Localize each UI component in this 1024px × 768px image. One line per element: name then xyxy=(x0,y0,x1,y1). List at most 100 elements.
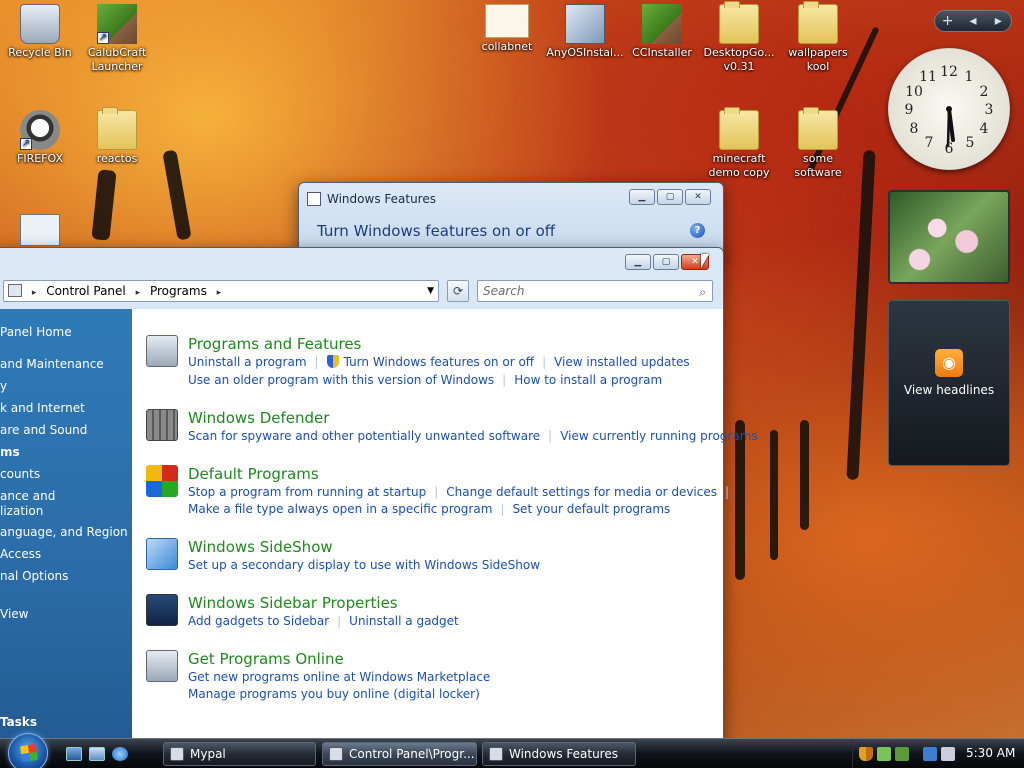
desktop-icon-partial[interactable] xyxy=(0,214,80,248)
section-title[interactable]: Get Programs Online xyxy=(188,650,344,668)
search-input[interactable]: Search ⌕ xyxy=(477,280,713,302)
view-headlines-link[interactable]: View headlines xyxy=(889,383,1009,397)
desktop-icon-label: minecraft demo copy xyxy=(708,152,770,179)
volume-icon[interactable] xyxy=(941,747,955,761)
default-programs-icon xyxy=(146,465,178,497)
desktop-icon-desktopgo[interactable]: DesktopGo... v0.31 xyxy=(699,1,779,74)
desktop-icon-firefox[interactable]: ↗ FIREFOX xyxy=(0,110,80,166)
link-digital-locker[interactable]: Manage programs you buy online (digital … xyxy=(188,687,480,701)
search-placeholder: Search xyxy=(483,284,525,298)
section-links-row: Use an older program with this version o… xyxy=(188,373,663,387)
minimize-button[interactable]: ▁ xyxy=(629,189,655,205)
clock-time[interactable]: 5:30 AM xyxy=(966,746,1015,760)
section-links-row: Make a file type always open in a specif… xyxy=(188,502,671,516)
section-title[interactable]: Windows Sidebar Properties xyxy=(188,594,398,612)
clock-gadget[interactable]: 12 1 2 345 678 9 10 11 xyxy=(888,48,1010,170)
display-icon[interactable] xyxy=(923,747,937,761)
desktop-icon-collabnet[interactable]: collabnet xyxy=(467,4,547,54)
installer-icon xyxy=(565,4,605,44)
svg-text:10: 10 xyxy=(905,84,923,100)
nav-network-internet[interactable]: k and Internet xyxy=(0,401,85,416)
control-panel-icon xyxy=(8,284,22,297)
minimize-button[interactable]: ▁ xyxy=(625,254,651,270)
internet-explorer-icon[interactable] xyxy=(112,747,128,761)
link-marketplace[interactable]: Get new programs online at Windows Marke… xyxy=(188,670,490,684)
link-add-gadgets[interactable]: Add gadgets to Sidebar xyxy=(188,614,329,628)
section-title[interactable]: Windows Defender xyxy=(188,409,329,427)
left-navigation: Panel Home and Maintenance y k and Inter… xyxy=(0,309,132,748)
link-set-defaults[interactable]: Set your default programs xyxy=(512,502,670,516)
nav-control-panel-home[interactable]: Panel Home xyxy=(0,325,72,340)
link-uninstall-gadget[interactable]: Uninstall a gadget xyxy=(349,614,459,628)
section-title[interactable]: Windows SideShow xyxy=(188,538,333,556)
chevron-down-icon[interactable]: ▼ xyxy=(427,281,434,301)
close-button[interactable]: ✕ xyxy=(685,189,711,205)
taskbar: Mypal Control Panel\Progr... Windows Fea… xyxy=(0,733,1024,768)
svg-text:7: 7 xyxy=(925,135,934,151)
network-icon[interactable] xyxy=(895,747,909,761)
link-media-defaults[interactable]: Change default settings for media or dev… xyxy=(446,485,717,499)
nav-ease-of-access[interactable]: Access xyxy=(0,547,41,562)
taskbar-button-mypal[interactable]: Mypal xyxy=(163,742,316,766)
control-panel-icon xyxy=(329,747,343,761)
link-scan-spyware[interactable]: Scan for spyware and other potentially u… xyxy=(188,429,540,443)
nav-additional-options[interactable]: nal Options xyxy=(0,569,68,584)
security-alert-icon[interactable] xyxy=(859,747,873,761)
desktop-icon-recycle-bin[interactable]: Recycle Bin xyxy=(0,4,80,60)
minecraft-cube-icon xyxy=(642,4,682,44)
link-view-updates[interactable]: View installed updates xyxy=(554,355,690,369)
search-icon[interactable]: ⌕ xyxy=(699,282,706,302)
feed-headlines-gadget[interactable]: ◉ View headlines xyxy=(888,300,1010,466)
help-icon[interactable]: ? xyxy=(690,223,705,238)
nav-classic-view[interactable]: View xyxy=(0,607,28,622)
section-title[interactable]: Default Programs xyxy=(188,465,319,483)
nav-user-accounts[interactable]: counts xyxy=(0,467,40,482)
desktop-icon-label: some software xyxy=(794,152,842,179)
breadcrumb-control-panel[interactable]: Control Panel xyxy=(46,284,126,298)
desktop-icon-minecraft-demo[interactable]: minecraft demo copy xyxy=(699,107,779,180)
desktop-icon-anyosinstal[interactable]: AnyOSInstal... xyxy=(545,4,625,60)
link-turn-features[interactable]: Turn Windows features on or off xyxy=(344,355,535,369)
desktop-icon-reactos[interactable]: reactos xyxy=(77,107,157,166)
maximize-button[interactable]: ▢ xyxy=(657,189,683,205)
sidebar-icon xyxy=(146,594,178,626)
desktop-icon-wallpapers[interactable]: wallpapers kool xyxy=(778,1,858,74)
link-uninstall-program[interactable]: Uninstall a program xyxy=(188,355,307,369)
breadcrumb-programs[interactable]: Programs xyxy=(150,284,207,298)
switch-windows-icon[interactable] xyxy=(89,747,105,761)
address-bar[interactable]: ▸ Control Panel ▸ Programs ▸ ▼ xyxy=(3,280,439,302)
desktop-icon-some-software[interactable]: some software xyxy=(778,107,858,180)
add-gadget-button[interactable]: + xyxy=(935,11,960,31)
section-links-row: Stop a program from running at startup | C… xyxy=(188,485,730,499)
link-secondary-display[interactable]: Set up a secondary display to use with W… xyxy=(188,558,540,572)
start-button[interactable] xyxy=(8,733,48,768)
nav-system-maintenance[interactable]: and Maintenance xyxy=(0,357,104,372)
update-icon[interactable] xyxy=(877,747,891,761)
nav-hardware-sound[interactable]: are and Sound xyxy=(0,423,87,438)
sidebar-next-button[interactable]: ▸ xyxy=(986,11,1011,31)
taskbar-button-control-panel[interactable]: Control Panel\Progr... xyxy=(322,742,477,766)
online-icon xyxy=(146,650,178,682)
desktop-icon-label: wallpapers kool xyxy=(788,46,848,73)
link-file-type[interactable]: Make a file type always open in a specif… xyxy=(188,502,492,516)
link-older-program[interactable]: Use an older program with this version o… xyxy=(188,373,494,387)
nav-programs[interactable]: ms xyxy=(0,445,20,460)
taskbar-button-windows-features[interactable]: Windows Features xyxy=(482,742,636,766)
show-desktop-icon[interactable] xyxy=(66,747,82,761)
link-stop-startup[interactable]: Stop a program from running at startup xyxy=(188,485,426,499)
nav-appearance[interactable]: ance and xyxy=(0,489,55,504)
slideshow-gadget[interactable] xyxy=(888,190,1010,284)
desktop-icon-calubcraft[interactable]: ↗ CalubCraft Launcher xyxy=(77,4,157,74)
maximize-button[interactable]: ▢ xyxy=(653,254,679,270)
link-running-programs[interactable]: View currently running programs xyxy=(560,429,757,443)
nav-personalization[interactable]: lization xyxy=(0,504,43,519)
nav-clock-language-region[interactable]: anguage, and Region xyxy=(0,525,128,540)
link-how-install[interactable]: How to install a program xyxy=(514,373,662,387)
refresh-button[interactable]: ⟳ xyxy=(447,280,469,302)
nav-security[interactable]: y xyxy=(0,379,7,394)
folder-icon xyxy=(97,107,137,150)
sidebar-prev-button[interactable]: ◂ xyxy=(960,11,985,31)
section-title[interactable]: Programs and Features xyxy=(188,335,361,353)
desktop-icon-ccinstaller[interactable]: CCInstaller xyxy=(622,4,702,60)
control-panel-window[interactable]: ▁ ▢ ✕ ▸ Control Panel ▸ Programs ▸ ▼ ⟳ S… xyxy=(0,247,758,748)
